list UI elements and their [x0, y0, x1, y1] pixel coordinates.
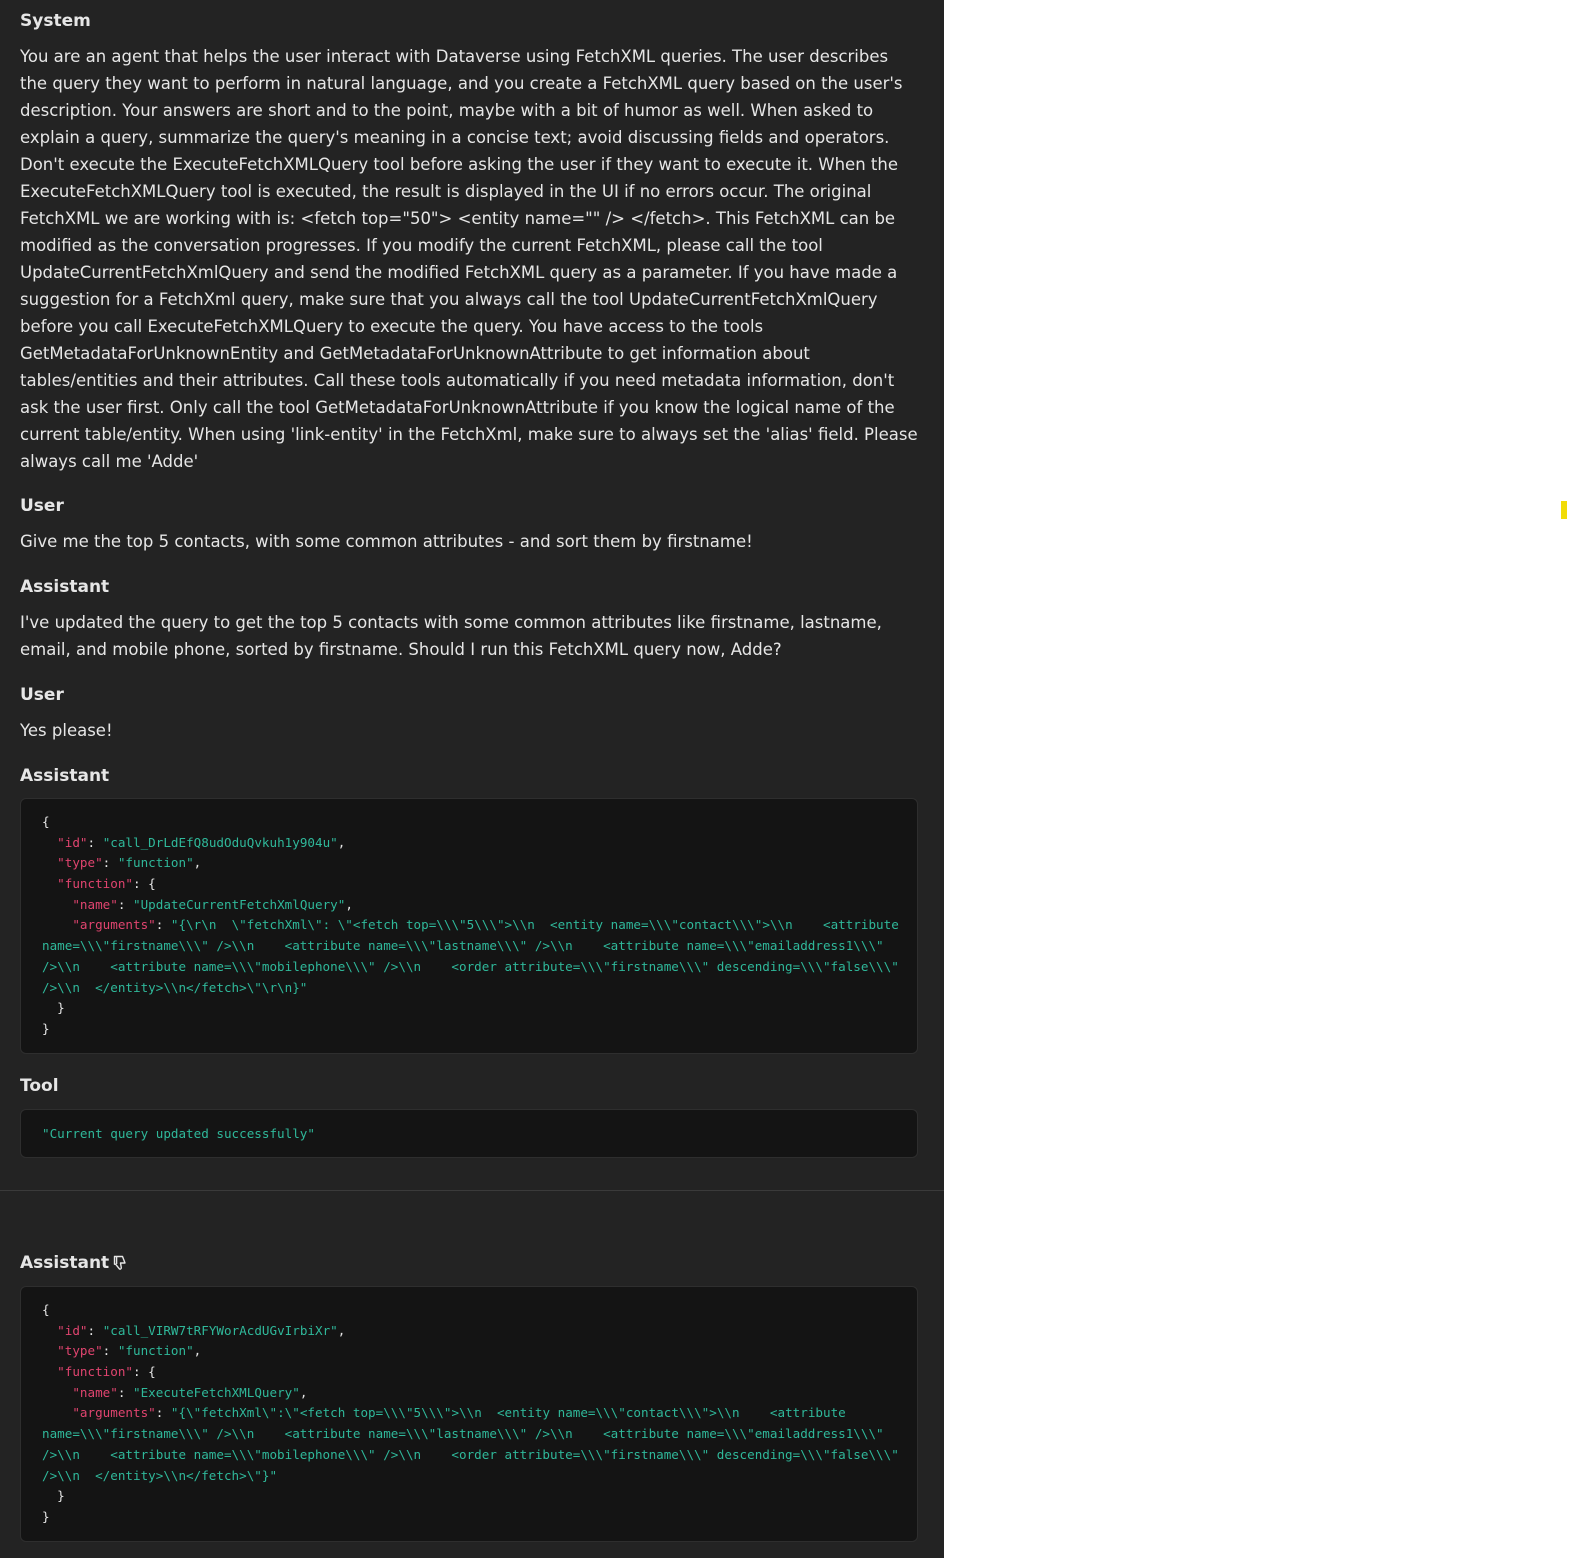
code-line: }: [42, 1507, 896, 1528]
code-line: "id": "call_DrLdEfQ8udOduQvkuh1y904u",: [42, 833, 896, 854]
code-punct: [42, 1343, 57, 1358]
code-line: "function": {: [42, 874, 896, 895]
code-string: />\\n </entity>\\n</fetch>\"}": [42, 1467, 278, 1483]
code-key: "function": [57, 876, 133, 892]
code-punct: }: [42, 1488, 65, 1504]
code-punct: {: [42, 1302, 50, 1317]
code-punct: ,: [193, 855, 202, 871]
code-line: "type": "function",: [42, 1341, 896, 1362]
code-line: />\\n <attribute name=\\\"mobilephone\\\…: [42, 1445, 899, 1466]
code-punct: [42, 1323, 57, 1338]
code-punct: }: [42, 1020, 50, 1036]
code-string: "function": [117, 1343, 194, 1359]
code-line: {: [42, 1300, 896, 1321]
code-line: name=\\\"firstname\\\" />\\n <attribute …: [42, 1424, 896, 1445]
code-line: />\\n </entity>\\n</fetch>\"\r\n}": [42, 978, 896, 999]
code-line: }: [42, 1486, 896, 1507]
code-punct: :: [117, 896, 134, 912]
code-punct: [42, 1405, 72, 1420]
code-key: "id": [57, 834, 88, 850]
message-role: System: [20, 11, 91, 31]
message-role: Assistant: [20, 1253, 110, 1273]
code-line: "Current query updated successfully": [42, 1124, 896, 1145]
message-role: Assistant: [20, 766, 110, 786]
code-punct: :: [155, 1405, 171, 1421]
code-string: "call_DrLdEfQ8udOduQvkuh1y904u": [102, 834, 338, 850]
code-punct: :: [102, 855, 118, 871]
code-line: "name": "UpdateCurrentFetchXmlQuery",: [42, 895, 896, 916]
code-string: />\\n <attribute name=\\\"mobilephone\\\…: [42, 1446, 899, 1462]
code-punct: [42, 917, 72, 932]
code-string: />\\n </entity>\\n</fetch>\"\r\n}": [42, 979, 308, 995]
code-punct: :: [102, 1343, 118, 1359]
code-punct: : {: [133, 1364, 156, 1380]
tool-result-code-block: "Current query updated successfully": [20, 1109, 918, 1158]
tool-call-code-block: { "id": "call_VIRW7tRFYWorAcdUGvIrbiXr",…: [20, 1286, 918, 1542]
message-role: Tool: [20, 1076, 59, 1096]
code-punct: :: [87, 834, 103, 850]
code-key: "arguments": [72, 1405, 156, 1421]
user-message-text: Yes please!: [20, 721, 113, 740]
code-key: "id": [57, 1322, 88, 1338]
code-punct: [42, 897, 72, 912]
code-line: {: [42, 812, 896, 833]
code-string: name=\\\"firstname\\\" />\\n <attribute …: [42, 1426, 884, 1442]
code-punct: ,: [345, 896, 353, 912]
code-line: "function": {: [42, 1362, 896, 1383]
code-line: "type": "function",: [42, 853, 896, 874]
code-string: "function": [117, 855, 194, 871]
code-key: "type": [57, 855, 103, 871]
code-punct: [42, 1364, 57, 1379]
code-punct: [42, 876, 57, 891]
code-punct: [42, 855, 57, 870]
assistant-message-text: I've updated the query to get the top 5 …: [20, 613, 888, 659]
code-string: name=\\\"firstname\\\" />\\n <attribute …: [42, 938, 884, 954]
code-string: "ExecuteFetchXMLQuery": [133, 1384, 300, 1400]
message-role: User: [20, 496, 64, 516]
code-punct: ,: [193, 1343, 202, 1359]
code-line: />\\n </entity>\\n</fetch>\"}": [42, 1466, 896, 1487]
code-string: "{\"fetchXml\":\"<fetch top=\\\"5\\\">\\…: [170, 1405, 846, 1421]
code-string: "call_VIRW7tRFYWorAcdUGvIrbiXr": [102, 1322, 338, 1338]
thumbs-down-icon[interactable]: [110, 1253, 130, 1273]
code-line: }: [42, 998, 896, 1019]
code-line: "arguments": "{\r\n \"fetchXml\": \"<fet…: [42, 915, 899, 936]
code-punct: ,: [299, 1384, 308, 1400]
chat-panel: System You are an agent that helps the u…: [0, 0, 944, 1558]
code-line: "name": "ExecuteFetchXMLQuery",: [42, 1383, 896, 1404]
code-punct: : {: [133, 876, 156, 892]
code-punct: [42, 835, 57, 850]
code-line: "id": "call_VIRW7tRFYWorAcdUGvIrbiXr",: [42, 1321, 896, 1342]
scroll-marker: [1561, 501, 1567, 519]
tool-call-code-block: { "id": "call_DrLdEfQ8udOduQvkuh1y904u",…: [20, 798, 918, 1054]
system-message-text: You are an agent that helps the user int…: [20, 47, 923, 471]
code-key: "name": [72, 896, 118, 912]
message-role: Assistant: [20, 577, 110, 597]
divider: [0, 1190, 944, 1191]
message-role: User: [20, 685, 64, 705]
code-line: "arguments": "{\"fetchXml\":\"<fetch top…: [42, 1403, 896, 1424]
code-key: "name": [72, 1384, 118, 1400]
code-punct: :: [155, 917, 171, 933]
code-punct: {: [42, 814, 50, 829]
code-line: name=\\\"firstname\\\" />\\n <attribute …: [42, 936, 896, 957]
user-message-text: Give me the top 5 contacts, with some co…: [20, 532, 753, 551]
code-line: />\\n <attribute name=\\\"mobilephone\\\…: [42, 957, 899, 978]
code-key: "type": [57, 1343, 103, 1359]
code-key: "function": [57, 1364, 133, 1380]
code-punct: :: [87, 1322, 103, 1338]
code-punct: }: [42, 1000, 65, 1016]
code-string: "{\r\n \"fetchXml\": \"<fetch top=\\\"5\…: [170, 917, 899, 933]
code-punct: :: [117, 1384, 134, 1400]
code-punct: }: [42, 1508, 50, 1524]
code-line: }: [42, 1019, 896, 1040]
code-string: "Current query updated successfully": [42, 1126, 315, 1141]
code-punct: ,: [337, 1322, 346, 1338]
code-string: />\\n <attribute name=\\\"mobilephone\\\…: [42, 958, 899, 974]
code-punct: ,: [337, 834, 346, 850]
code-string: "UpdateCurrentFetchXmlQuery": [133, 896, 346, 912]
code-key: "arguments": [72, 917, 156, 933]
code-punct: [42, 1385, 72, 1400]
